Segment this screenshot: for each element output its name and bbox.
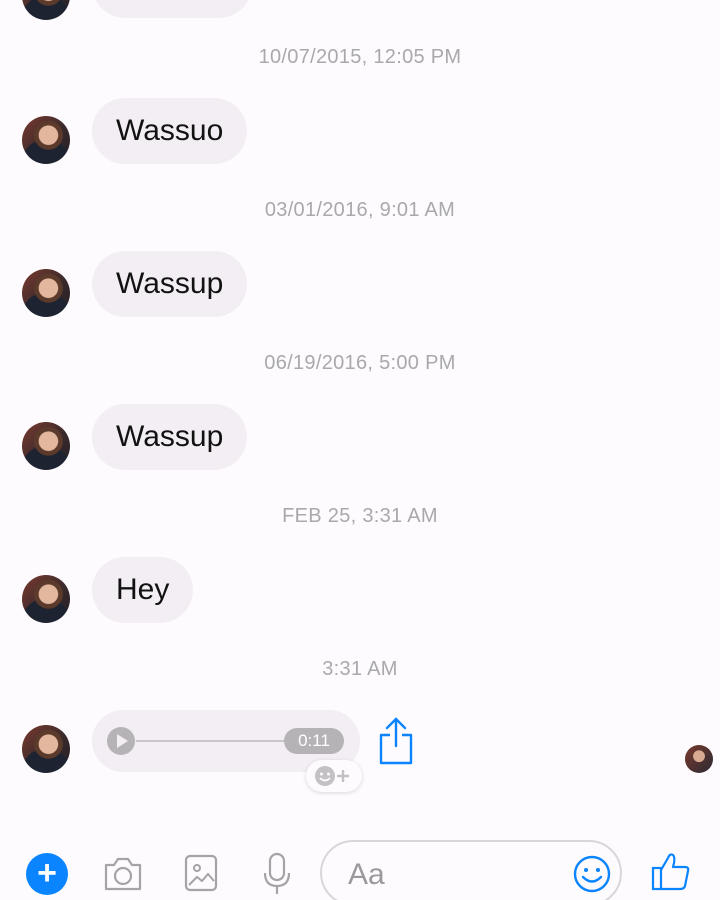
gallery-button[interactable] [184, 854, 218, 897]
like-button[interactable] [650, 850, 692, 897]
avatar[interactable] [22, 422, 70, 470]
share-button[interactable] [376, 716, 416, 771]
timestamp: 06/19/2016, 5:00 PM [264, 352, 456, 374]
message-text: Hey [116, 573, 170, 606]
message-text: Wassup [116, 267, 224, 300]
share-icon [379, 717, 413, 765]
message-text: Wassuo [116, 114, 224, 147]
avatar [22, 0, 70, 20]
microphone-button[interactable] [262, 852, 292, 900]
audio-duration: 0:11 [284, 728, 344, 754]
message-composer[interactable]: Aa [320, 840, 622, 900]
plus-button[interactable]: + [26, 853, 68, 895]
message-bubble[interactable]: Wassup [92, 251, 248, 317]
play-icon[interactable] [107, 727, 135, 755]
avatar[interactable] [22, 725, 70, 773]
read-receipt-avatar [685, 745, 713, 773]
timestamp: 10/07/2015, 12:05 PM [258, 46, 462, 68]
message-bubble-partial[interactable] [92, 0, 252, 18]
message-bubble[interactable]: Hey [92, 557, 194, 623]
avatar[interactable] [22, 116, 70, 164]
timestamp: 03/01/2016, 9:01 AM [264, 199, 456, 221]
composer-placeholder[interactable]: Aa [348, 858, 385, 892]
timestamp: 3:31 AM [322, 658, 398, 680]
microphone-icon [263, 852, 291, 894]
gallery-icon [184, 854, 218, 892]
message-bubble[interactable]: Wassuo [92, 98, 248, 164]
message-text: Wassup [116, 420, 224, 453]
emoji-button[interactable] [572, 854, 612, 899]
plus-icon: + [37, 854, 57, 892]
camera-button[interactable] [102, 856, 144, 897]
avatar[interactable] [22, 269, 70, 317]
avatar[interactable] [22, 575, 70, 623]
emoji-icon [573, 855, 611, 893]
add-reaction-icon [315, 766, 349, 786]
timestamp: FEB 25, 3:31 AM [282, 505, 438, 527]
add-reaction-button[interactable] [306, 760, 362, 792]
camera-icon [104, 857, 142, 891]
thumbs-up-icon [651, 853, 690, 891]
message-bubble[interactable]: Wassup [92, 404, 248, 470]
